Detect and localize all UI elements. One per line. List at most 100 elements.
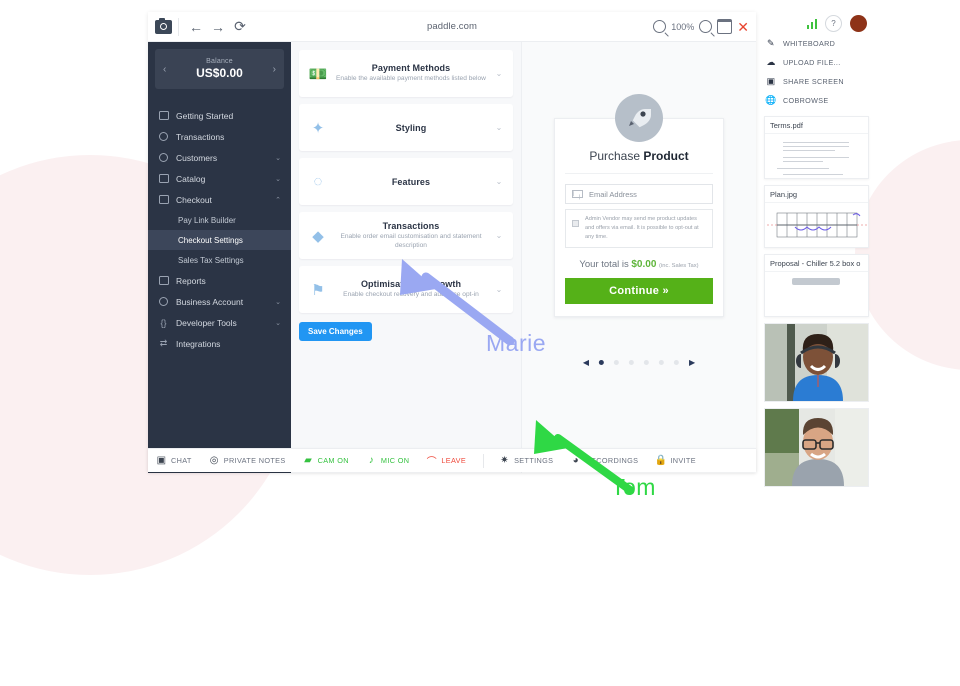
- email-field[interactable]: Email Address: [565, 184, 713, 204]
- cobrowse-action[interactable]: 🌐 COBROWSE: [764, 91, 869, 110]
- browser-controls: 100% ✕: [653, 19, 756, 34]
- pagination-dot[interactable]: [629, 360, 634, 365]
- sidebar-item-getting-started[interactable]: Getting Started: [148, 105, 291, 126]
- sidebar-item-business-account[interactable]: Business Account ⌄: [148, 291, 291, 312]
- sidebar-item-checkout[interactable]: Checkout ⌃: [148, 189, 291, 210]
- back-icon[interactable]: ←: [185, 16, 207, 38]
- upload-file-action[interactable]: ☁ UPLOAD FILE...: [764, 53, 869, 72]
- avatar[interactable]: [850, 14, 867, 32]
- file-item-terms[interactable]: Terms.pdf: [764, 116, 869, 179]
- rocket-icon: [615, 94, 663, 142]
- share-screen-label: SHARE SCREEN: [783, 77, 844, 86]
- pagination-dot[interactable]: [674, 360, 679, 365]
- sidebar-item-sales-tax-settings[interactable]: Sales Tax Settings: [148, 250, 291, 270]
- balance-value: US$0.00: [196, 66, 243, 80]
- settings-card-features[interactable]: ◌ Features ⌄: [299, 158, 513, 205]
- save-changes-button[interactable]: Save Changes: [299, 322, 372, 341]
- sidebar-item-developer-tools[interactable]: {} Developer Tools ⌄: [148, 312, 291, 333]
- title-prefix: Purchase: [589, 149, 644, 163]
- sidebar-item-pay-link-builder[interactable]: Pay Link Builder: [148, 210, 291, 230]
- sidebar-item-reports[interactable]: Reports: [148, 270, 291, 291]
- invite-button[interactable]: 🔒 INVITE: [654, 455, 696, 466]
- participant-video-tom[interactable]: [764, 408, 869, 487]
- sidebar-item-customers[interactable]: Customers ⌄: [148, 147, 291, 168]
- zoom-out-icon[interactable]: [653, 20, 667, 33]
- circle-icon: [158, 296, 169, 307]
- balance-widget[interactable]: ‹ Balance US$0.00 ›: [155, 49, 284, 89]
- image-icon: [158, 110, 169, 121]
- camera-icon[interactable]: [155, 17, 172, 34]
- meeting-toolbar: ▣ CHAT ◎ PRIVATE NOTES ▰ CAM ON ♪ MIC ON…: [148, 448, 756, 472]
- total-label: Your total is: [579, 258, 632, 270]
- chevron-down-icon[interactable]: ⌄: [493, 177, 505, 186]
- chevron-down-icon[interactable]: ⌄: [493, 231, 505, 240]
- marketing-optin-row[interactable]: Admin Vendor may send me product updates…: [565, 209, 713, 248]
- checkout-card: Purchase Product Email Address Admin Ven…: [554, 118, 724, 317]
- pagination-dot[interactable]: [644, 360, 649, 365]
- checkout-pagination: ◀ ▶: [583, 358, 695, 367]
- settings-card-transactions[interactable]: ◆ Transactions Enable order email custom…: [299, 212, 513, 259]
- settings-card-styling[interactable]: ✦ Styling ⌄: [299, 104, 513, 151]
- sidebar-item-label: Getting Started: [176, 110, 234, 121]
- pagination-dot[interactable]: [599, 360, 604, 365]
- share-screen-action[interactable]: ▣ SHARE SCREEN: [764, 72, 869, 91]
- title-product: Product: [643, 149, 689, 163]
- chevron-down-icon[interactable]: ⌄: [493, 123, 505, 132]
- sidebar-item-label: Integrations: [176, 338, 221, 349]
- sidebar-item-label: Transactions: [176, 131, 225, 142]
- close-icon[interactable]: ✕: [737, 20, 749, 34]
- pagination-dot[interactable]: [614, 360, 619, 365]
- sidebar-item-catalog[interactable]: Catalog ⌄: [148, 168, 291, 189]
- check-circle-icon: ◌: [313, 173, 323, 190]
- sidebar-item-label: Developer Tools: [176, 317, 237, 328]
- browser-window: ← → ⟳ paddle.com 100% ✕ ‹ Balance US$0.0…: [148, 12, 756, 473]
- chevron-down-icon[interactable]: ⌄: [493, 69, 505, 78]
- continue-button[interactable]: Continue »: [565, 277, 713, 304]
- file-thumbnail: [765, 271, 868, 316]
- private-notes-button[interactable]: ◎ PRIVATE NOTES: [209, 455, 286, 466]
- card-text: Features: [329, 177, 493, 187]
- transfer-icon: ⇄: [159, 338, 168, 348]
- phone-down-icon: ⌒: [426, 457, 438, 468]
- pagination-prev-icon[interactable]: ◀: [583, 358, 589, 367]
- zoom-in-icon[interactable]: [699, 20, 713, 33]
- meeting-side-rail: ? ✎ WHITEBOARD ☁ UPLOAD FILE... ▣ SHARE …: [764, 12, 869, 487]
- chevron-down-icon: ⌄: [275, 175, 281, 183]
- settings-card-payment-methods[interactable]: 💵 Payment Methods Enable the available p…: [299, 50, 513, 97]
- cam-label: CAM ON: [317, 456, 349, 465]
- reload-icon[interactable]: ⟳: [229, 16, 251, 38]
- sidebar-item-label: Checkout: [176, 194, 212, 205]
- file-item-plan[interactable]: Plan.jpg: [764, 185, 869, 248]
- sidebar-item-transactions[interactable]: Transactions: [148, 126, 291, 147]
- chevron-down-icon: ⌄: [275, 298, 281, 306]
- sidebar-subitem-label: Pay Link Builder: [178, 215, 236, 225]
- sidebar-nav: Getting Started Transactions Customers ⌄: [148, 105, 291, 354]
- pagination-next-icon[interactable]: ▶: [689, 358, 695, 367]
- balance-next-icon[interactable]: ›: [273, 64, 276, 75]
- upload-file-label: UPLOAD FILE...: [783, 58, 841, 67]
- optin-checkbox[interactable]: [572, 220, 579, 227]
- participant-video-marie[interactable]: [764, 323, 869, 402]
- file-item-proposal[interactable]: Proposal - Chiller 5.2 box o: [764, 254, 869, 317]
- window-icon[interactable]: [717, 19, 733, 34]
- pagination-dot[interactable]: [659, 360, 664, 365]
- sidebar-item-integrations[interactable]: ⇄ Integrations: [148, 333, 291, 354]
- file-name: Plan.jpg: [770, 190, 798, 199]
- chat-button[interactable]: ▣ CHAT: [156, 455, 192, 466]
- whiteboard-action[interactable]: ✎ WHITEBOARD: [764, 34, 869, 53]
- sidebar-item-label: Business Account: [176, 296, 244, 307]
- help-button[interactable]: ?: [825, 14, 842, 32]
- mic-toggle-button[interactable]: ♪ MIC ON: [366, 455, 409, 466]
- forward-icon[interactable]: →: [207, 16, 229, 38]
- file-thumbnail: [765, 202, 868, 247]
- leave-button[interactable]: ⌒ LEAVE: [426, 455, 466, 468]
- checkout-preview-panel: Purchase Product Email Address Admin Ven…: [521, 42, 756, 473]
- app-sidebar: ‹ Balance US$0.00 › Getting Started Tran…: [148, 42, 291, 473]
- mic-label: MIC ON: [380, 456, 410, 465]
- browser-toolbar: ← → ⟳ paddle.com 100% ✕: [148, 12, 756, 42]
- cam-toggle-button[interactable]: ▰ CAM ON: [303, 455, 349, 466]
- total-note: (inc. Sales Tax): [659, 262, 699, 269]
- users-icon: [158, 152, 169, 163]
- sidebar-item-checkout-settings[interactable]: Checkout Settings: [148, 230, 291, 250]
- total-value: $0.00: [631, 258, 657, 270]
